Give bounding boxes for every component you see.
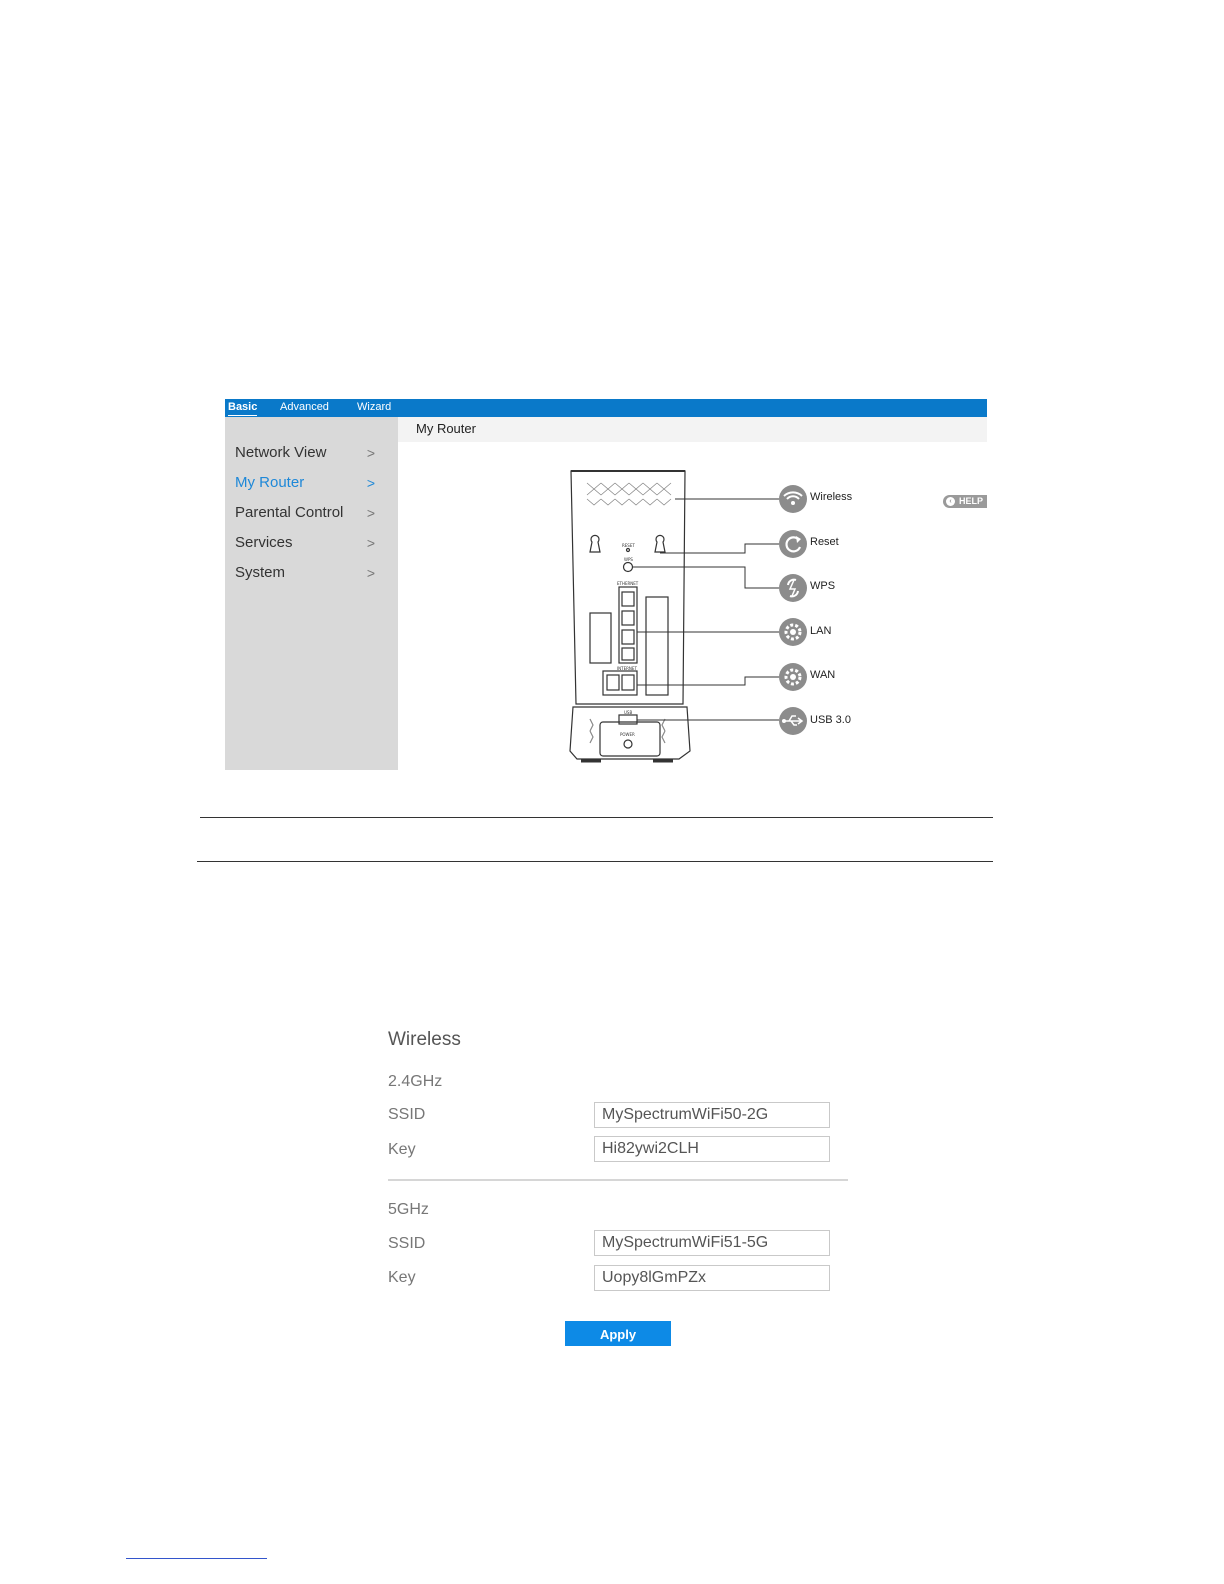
wireless-title: Wireless [388,1029,461,1050]
band-5ghz-heading: 5GHz [388,1201,429,1218]
ssid-label: SSID [388,1235,426,1252]
router-body [569,470,691,763]
router-diagram: RESET WPS ETHERNET INTERNET USB POWER [569,470,807,763]
ethernet-port-label: ETHERNET [617,581,639,586]
gear-icon [779,663,807,691]
wifi-icon [779,485,807,513]
usb-port-label: USB [624,710,632,715]
key-label: Key [388,1141,416,1158]
callout-lan-label: LAN [810,625,832,637]
ssid-label: SSID [388,1106,426,1123]
power-port-label: POWER [620,732,635,737]
key-label: Key [388,1269,416,1286]
wps-port-label: WPS [624,557,633,562]
reset-icon [779,530,807,558]
reset-port-label: RESET [622,543,635,548]
callout-wireless-label: Wireless [810,491,853,503]
callout-reset-label: Reset [810,536,839,548]
ssid-5ghz-input[interactable] [594,1230,830,1256]
footer-link-underline [126,1558,267,1559]
divider-line [197,861,993,862]
apply-button[interactable]: Apply [565,1321,671,1346]
key-5ghz-input[interactable] [594,1265,830,1291]
wps-icon [779,574,807,602]
callout-wan-label: WAN [810,669,836,681]
callout-wps-label: WPS [810,580,836,592]
band-divider [388,1179,848,1181]
key-24ghz-input[interactable] [594,1136,830,1162]
internet-port-label: INTERNET [617,666,637,671]
gear-icon [779,618,807,646]
band-24ghz-heading: 2.4GHz [388,1073,443,1090]
router-admin-screenshot: Basic Advanced Wizard Network View > My … [225,399,987,770]
ssid-24ghz-input[interactable] [594,1102,830,1128]
divider-line [200,817,993,818]
usb-icon [779,707,807,735]
callout-usb-label: USB 3.0 [810,714,851,726]
